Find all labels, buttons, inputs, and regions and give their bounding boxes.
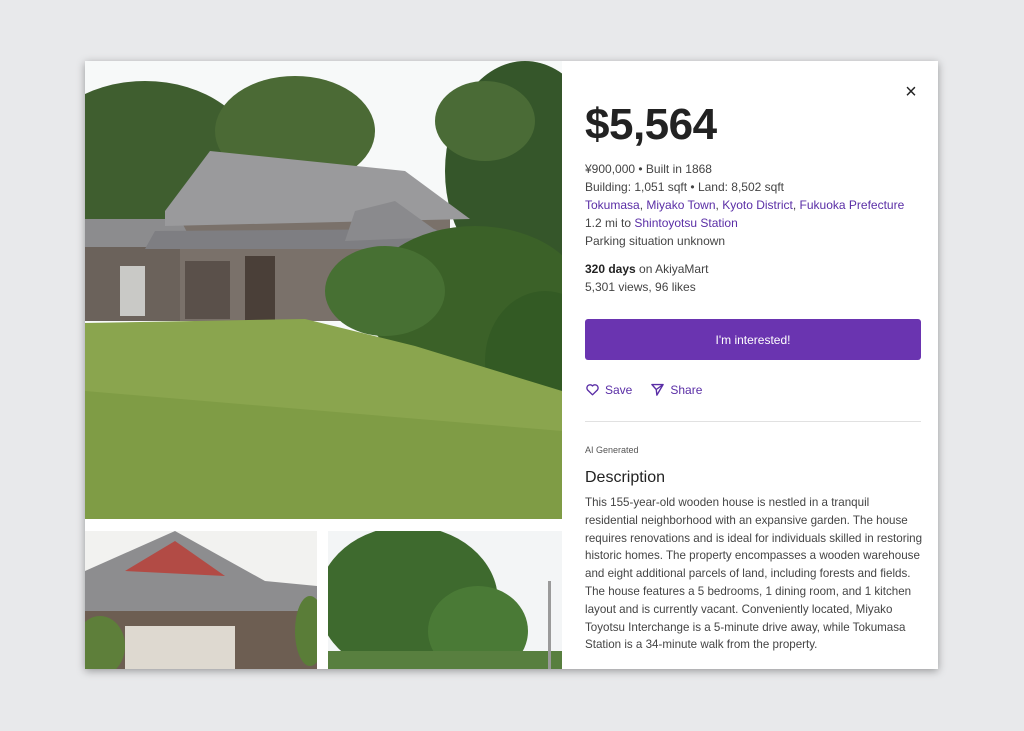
main-photo[interactable] (85, 61, 562, 519)
send-icon (651, 383, 665, 396)
station-link[interactable]: Shintoyotsu Station (634, 216, 737, 230)
location-link-prefecture[interactable]: Fukuoka Prefecture (800, 198, 905, 212)
share-label: Share (670, 382, 703, 397)
station-distance: 1.2 mi to Shintoyotsu Station (585, 216, 738, 230)
listing-details: × $5,564 ¥900,000 • Built in 1868 Buildi… (585, 61, 923, 669)
listing-modal: × $5,564 ¥900,000 • Built in 1868 Buildi… (85, 61, 938, 669)
thumbnail-photo-1[interactable] (85, 531, 317, 669)
thumbnail-photo-2[interactable] (328, 531, 562, 669)
description-body: This 155-year-old wooden house is nestle… (585, 496, 923, 652)
save-button[interactable]: Save (585, 382, 632, 397)
share-button[interactable]: Share (650, 382, 702, 397)
views-likes: 5,301 views, 96 likes (585, 280, 696, 294)
listing-facts: ¥900,000 • Built in 1868 Building: 1,051… (585, 160, 904, 250)
listing-price: $5,564 (585, 100, 717, 149)
location-link-city[interactable]: Miyako Town (646, 198, 715, 212)
photo-gallery (85, 61, 562, 669)
close-icon[interactable]: × (900, 81, 922, 103)
location-link-town[interactable]: Tokumasa (585, 198, 640, 212)
yen-price-and-year: ¥900,000 • Built in 1868 (585, 162, 712, 176)
save-label: Save (605, 382, 633, 397)
location-link-district[interactable]: Kyoto District (722, 198, 793, 212)
divider (585, 421, 921, 422)
description-title: Description (585, 469, 666, 486)
heart-icon (586, 384, 599, 396)
parking-info: Parking situation unknown (585, 234, 726, 248)
location-breadcrumb: Tokumasa, Miyako Town, Kyoto District, F… (585, 198, 905, 212)
ai-generated-tag: AI Generated (585, 445, 639, 455)
interested-button[interactable]: I'm interested! (585, 319, 921, 360)
action-row: Save Share (585, 382, 702, 397)
days-on-market: 320 days on AkiyaMart (585, 262, 709, 276)
size-info: Building: 1,051 sqft • Land: 8,502 sqft (585, 180, 785, 194)
listing-stats: 320 days on AkiyaMart 5,301 views, 96 li… (585, 260, 708, 296)
